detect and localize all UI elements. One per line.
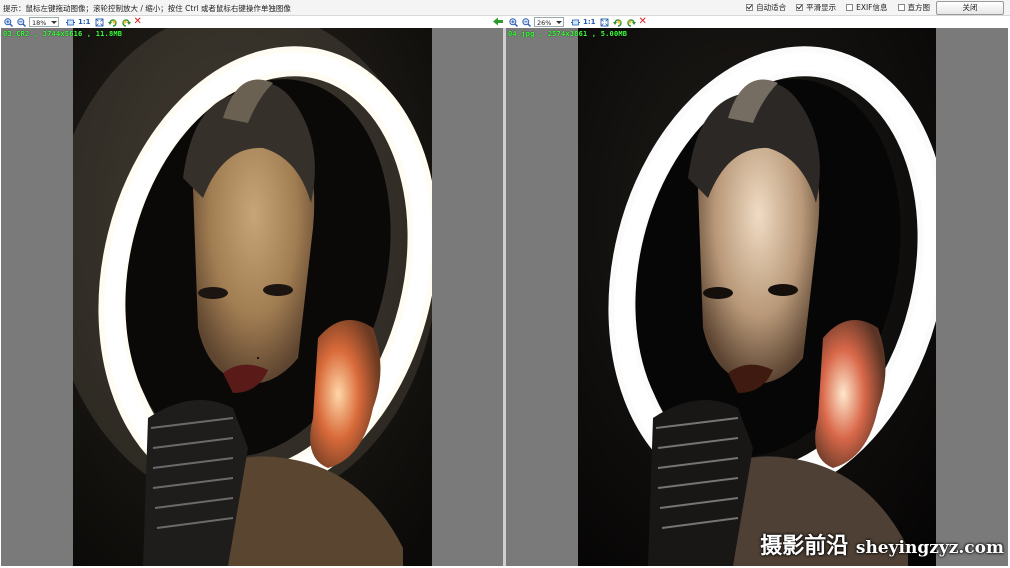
smooth-display-label: 平滑显示 — [806, 3, 837, 12]
rotate-left-icon[interactable] — [612, 17, 623, 27]
watermark-latin: sheyingzyz.com — [855, 538, 1004, 558]
left-image-pane[interactable]: 03.CR2 , 3744x5616 , 11.8MB — [1, 28, 503, 566]
histogram-checkbox[interactable] — [897, 4, 905, 11]
option-exif-info[interactable]: EXIF信息 — [846, 2, 888, 13]
option-histogram[interactable]: 直方图 — [897, 2, 931, 13]
actual-size-button[interactable]: 1:1 — [78, 18, 91, 26]
image-info: 03.CR2 , 3744x5616 , 11.8MB — [3, 30, 123, 38]
top-bar: 提示：鼠标左键拖动图像；滚轮控制放大 / 缩小；按住 Ctrl 或者鼠标右键操作… — [0, 0, 1010, 16]
fit-icon[interactable] — [570, 17, 580, 27]
image-info: 04.jpg , 2574x3861 , 5.00MB — [508, 30, 628, 38]
option-auto-fit[interactable]: 自动适合 — [746, 2, 786, 13]
fit-icon[interactable] — [65, 17, 75, 27]
zoom-out-icon[interactable] — [521, 17, 531, 27]
rotate-left-icon[interactable] — [107, 17, 118, 27]
zoom-out-icon[interactable] — [16, 17, 26, 27]
zoom-in-icon[interactable] — [508, 17, 518, 27]
fullscreen-icon[interactable] — [95, 17, 105, 27]
delete-icon[interactable]: ✕ — [639, 17, 647, 27]
sync-left-arrow-icon[interactable] — [493, 16, 503, 27]
rotate-right-icon[interactable] — [121, 17, 131, 27]
auto-fit-label: 自动适合 — [756, 3, 787, 12]
exif-info-checkbox[interactable] — [846, 4, 854, 11]
right-image-pane[interactable]: 04.jpg , 2574x3861 , 5.00MB 摄影前沿 sheying… — [506, 28, 1008, 566]
left-toolbar: 18% 1:1 ✕ — [3, 16, 142, 28]
rotate-right-icon[interactable] — [626, 17, 636, 27]
exif-info-label: EXIF信息 — [856, 3, 888, 12]
actual-size-button[interactable]: 1:1 — [583, 18, 596, 26]
zoom-select[interactable]: 26% — [534, 17, 564, 27]
portrait-photo[interactable] — [578, 28, 936, 566]
zoom-in-icon[interactable] — [3, 17, 13, 27]
watermark-cn: 摄影前沿 — [760, 533, 849, 559]
close-button[interactable]: 关闭 — [936, 1, 1004, 15]
delete-icon[interactable]: ✕ — [134, 17, 142, 27]
view-options: 自动适合 平滑显示 EXIF信息 直方图 — [746, 2, 930, 13]
watermark-text: 摄影前沿 sheyingzyz.com — [760, 528, 1004, 560]
option-smooth-display[interactable]: 平滑显示 — [796, 2, 836, 13]
auto-fit-checkbox[interactable] — [746, 4, 754, 11]
zoom-select[interactable]: 18% — [29, 17, 59, 27]
portrait-photo[interactable] — [73, 28, 432, 566]
smooth-display-checkbox[interactable] — [796, 4, 804, 11]
right-toolbar: 26% 1:1 ✕ — [508, 16, 647, 28]
fullscreen-icon[interactable] — [600, 17, 610, 27]
hint-text: 提示：鼠标左键拖动图像；滚轮控制放大 / 缩小；按住 Ctrl 或者鼠标右键操作… — [3, 4, 291, 13]
histogram-label: 直方图 — [907, 3, 931, 12]
